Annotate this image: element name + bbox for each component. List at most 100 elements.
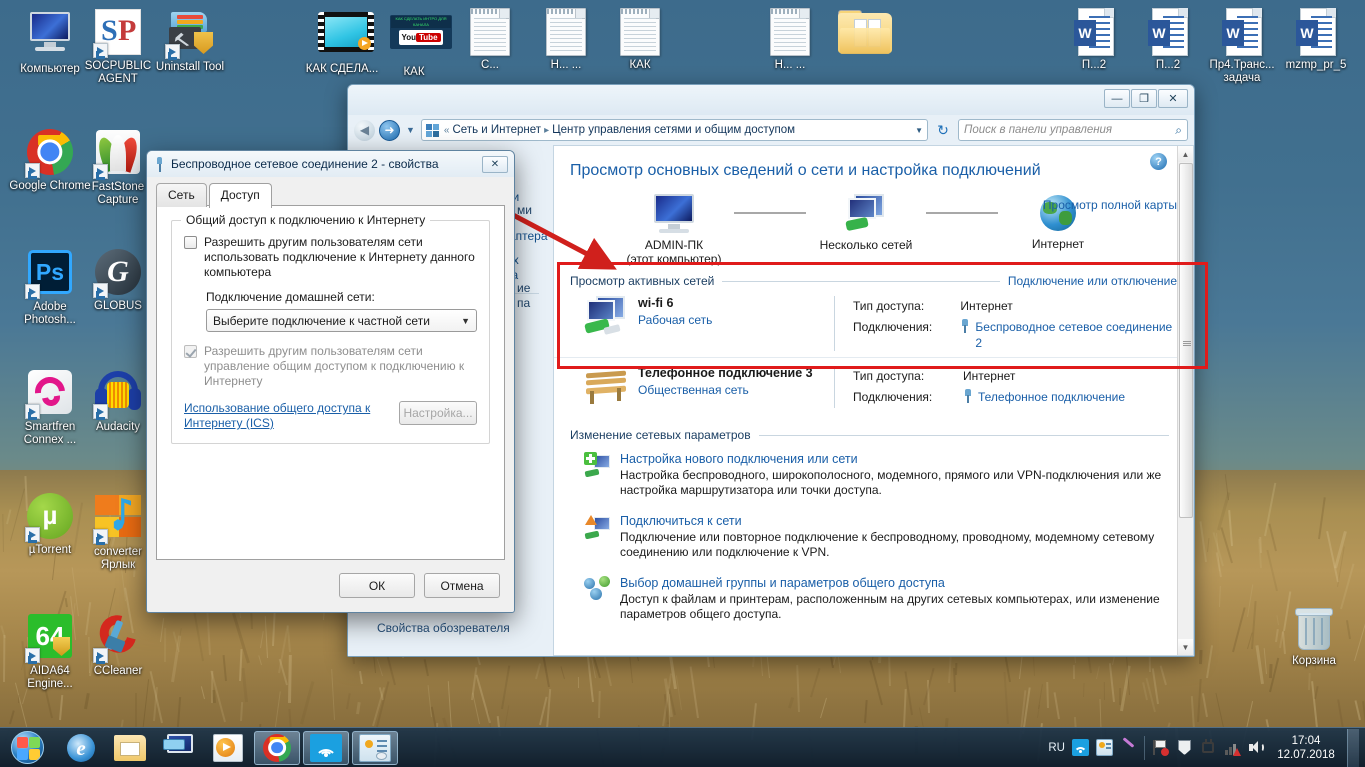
taskbar-item-media-player[interactable] — [205, 731, 251, 765]
shortcut-arrow-icon — [25, 527, 40, 542]
access-type-value: Интернет — [960, 296, 1177, 317]
desktop-icon-пр4-транс-задача[interactable]: W Пр4.Транс... задача — [1200, 8, 1284, 85]
refresh-button[interactable]: ↻ — [932, 119, 954, 141]
tab-sharing[interactable]: Доступ — [209, 183, 272, 208]
network-type-link[interactable]: Общественная сеть — [638, 383, 813, 397]
ics-help-link[interactable]: Использование общего доступа к Интернету… — [184, 401, 384, 431]
chevron-down-icon[interactable]: ▼ — [915, 126, 923, 135]
network-adapter-icon — [153, 157, 166, 172]
homegroup-link[interactable]: Выбор домашней группы и параметров общег… — [620, 576, 1177, 590]
shortcut-arrow-icon — [93, 43, 108, 58]
connection-value[interactable]: Беспроводное сетевое соединение 2 — [960, 319, 1177, 351]
address-bar[interactable]: « Сеть и Интернет ▸ Центр управления сет… — [421, 119, 928, 141]
scroll-down-button[interactable]: ▼ — [1178, 639, 1193, 655]
recyclebin-icon — [1290, 604, 1338, 652]
change-setting-item[interactable]: Подключиться к сети Подключение или повт… — [554, 508, 1193, 560]
start-button[interactable] — [0, 729, 54, 767]
section-title: Изменение сетевых параметров — [570, 428, 751, 442]
address-prefix: « — [444, 125, 450, 136]
shield-icon[interactable] — [1176, 739, 1193, 756]
wifi-tray-icon[interactable] — [1072, 739, 1089, 756]
settings-button[interactable]: Настройка... — [399, 401, 477, 425]
language-indicator[interactable]: RU — [1048, 742, 1065, 754]
globus-icon: G — [94, 249, 142, 297]
change-setting-item[interactable]: Настройка нового подключения или сети На… — [554, 446, 1193, 498]
desktop-icon-как[interactable]: КАК СДЕЛАТЬ ИНТРО ДЛЯ КАНАЛА You Tube КАК — [372, 8, 456, 79]
active-network-row[interactable]: wi-fi 6 Рабочая сеть Тип доступа: Подклю… — [554, 288, 1193, 357]
taskbar-item-remote-desktop[interactable] — [156, 731, 202, 765]
tab-network[interactable]: Сеть — [156, 183, 207, 207]
cancel-button[interactable]: Отмена — [424, 573, 500, 598]
connect-disconnect-link[interactable]: Подключение или отключение — [1008, 274, 1177, 288]
network-map: ADMIN-ПК (этот компьютер) Несколько сете… — [554, 180, 1193, 266]
desktop-icon-uninstall-tool[interactable]: Uninstall Tool — [148, 8, 232, 74]
taskbar-item-network-control[interactable] — [352, 731, 398, 765]
setup-new-connection-desc: Настройка беспроводного, широкополосного… — [620, 468, 1177, 498]
desktop-icon-folder[interactable] — [820, 8, 904, 61]
desktop-icon-с[interactable]: С... — [448, 8, 532, 72]
setup-new-connection-link[interactable]: Настройка нового подключения или сети — [620, 452, 1177, 466]
breadcrumb-network-internet[interactable]: Сеть и Интернет — [452, 124, 541, 136]
connection-value[interactable]: Телефонное подключение — [963, 389, 1125, 405]
dialog-titlebar[interactable]: Беспроводное сетевое соединение 2 - свой… — [147, 151, 514, 177]
desktop-icon-корзина[interactable]: Корзина — [1272, 604, 1356, 668]
desktop-icon-как[interactable]: КАК — [598, 8, 682, 72]
taskbar-item-chrome[interactable] — [254, 731, 300, 765]
desktop-icon-п-2[interactable]: W П...2 — [1126, 8, 1210, 72]
search-icon: ⌕ — [1175, 123, 1182, 138]
taskbar-item-wifi-manager[interactable] — [303, 731, 349, 765]
search-input[interactable]: Поиск в панели управления ⌕ — [958, 119, 1188, 141]
maximize-button[interactable]: ❐ — [1131, 89, 1157, 108]
active-network-row[interactable]: Телефонное подключение 3 Общественная се… — [554, 357, 1193, 414]
scroll-up-button[interactable]: ▲ — [1178, 146, 1193, 162]
network-map-node-computer[interactable]: ADMIN-ПК (этот компьютер) — [614, 190, 734, 266]
wireless-properties-dialog[interactable]: Беспроводное сетевое соединение 2 - свой… — [146, 150, 515, 613]
control-panel-titlebar[interactable]: — ❐ ✕ — [348, 85, 1194, 115]
close-button[interactable]: ✕ — [1158, 89, 1188, 108]
change-setting-item[interactable]: Выбор домашней группы и параметров общег… — [554, 570, 1193, 622]
desktop-icon-mzmp-pr-5[interactable]: Wmzmp_pr_5 — [1274, 8, 1358, 72]
desktop-icon-н[interactable]: Н... ... — [524, 8, 608, 72]
help-icon[interactable]: ? — [1150, 153, 1167, 170]
desktop-icon-ccleaner[interactable]: CCleaner — [76, 612, 160, 678]
connection-link-text[interactable]: Телефонное подключение — [978, 389, 1125, 405]
forward-button[interactable]: ➜ — [379, 120, 400, 141]
allow-others-checkbox-row[interactable]: Разрешить другим пользователям сети испо… — [184, 235, 477, 280]
audacity-icon — [94, 370, 142, 418]
taskbar-item-internet-explorer[interactable] — [58, 731, 104, 765]
pen-icon[interactable] — [1120, 739, 1137, 756]
dialog-close-button[interactable]: ✕ — [482, 156, 508, 173]
taskbar[interactable]: RU — [0, 727, 1365, 767]
plug-icon[interactable] — [1200, 739, 1217, 756]
home-network-select[interactable]: Выберите подключение к частной сети ▼ — [206, 309, 477, 332]
network-map-node-networks[interactable]: Несколько сетей — [806, 190, 926, 252]
clock-time: 17:04 — [1272, 734, 1340, 748]
desktop-icon-п-2[interactable]: W П...2 — [1052, 8, 1136, 72]
shortcut-arrow-icon — [25, 163, 40, 178]
back-button[interactable]: ◀ — [354, 120, 375, 141]
taskbar-item-explorer[interactable] — [107, 731, 153, 765]
dialog-title: Беспроводное сетевое соединение 2 - свой… — [171, 157, 439, 171]
minimize-button[interactable]: — — [1104, 89, 1130, 108]
clock[interactable]: 17:04 12.07.2018 — [1272, 734, 1340, 762]
view-full-map-link[interactable]: Просмотр полной карты — [1043, 198, 1177, 212]
content-scrollbar[interactable]: ▲ ▼ — [1177, 146, 1193, 655]
flag-icon[interactable] — [1152, 739, 1169, 756]
scrollbar-thumb[interactable] — [1179, 163, 1193, 518]
network-tray-icon[interactable] — [1096, 739, 1113, 756]
desktop-icon-label: CCleaner — [76, 665, 160, 678]
bench-icon — [584, 366, 628, 406]
window-controls: — ❐ ✕ — [1104, 89, 1188, 108]
recent-pages-dropdown[interactable]: ▼ — [404, 125, 417, 135]
breadcrumb-network-sharing-center[interactable]: Центр управления сетями и общим доступом — [552, 124, 795, 136]
volume-icon[interactable] — [1248, 739, 1265, 756]
connection-link-text[interactable]: Беспроводное сетевое соединение 2 — [975, 319, 1177, 351]
signal-icon[interactable] — [1224, 739, 1241, 756]
show-desktop-button[interactable] — [1347, 729, 1359, 767]
network-name: wi-fi 6 — [638, 296, 712, 310]
sidebar-item-internet-options-visible[interactable]: Свойства обозревателя — [377, 621, 510, 635]
ok-button[interactable]: ОК — [339, 573, 415, 598]
allow-others-checkbox[interactable] — [184, 236, 197, 249]
network-type-link[interactable]: Рабочая сеть — [638, 313, 712, 327]
connect-to-network-link[interactable]: Подключиться к сети — [620, 514, 1177, 528]
